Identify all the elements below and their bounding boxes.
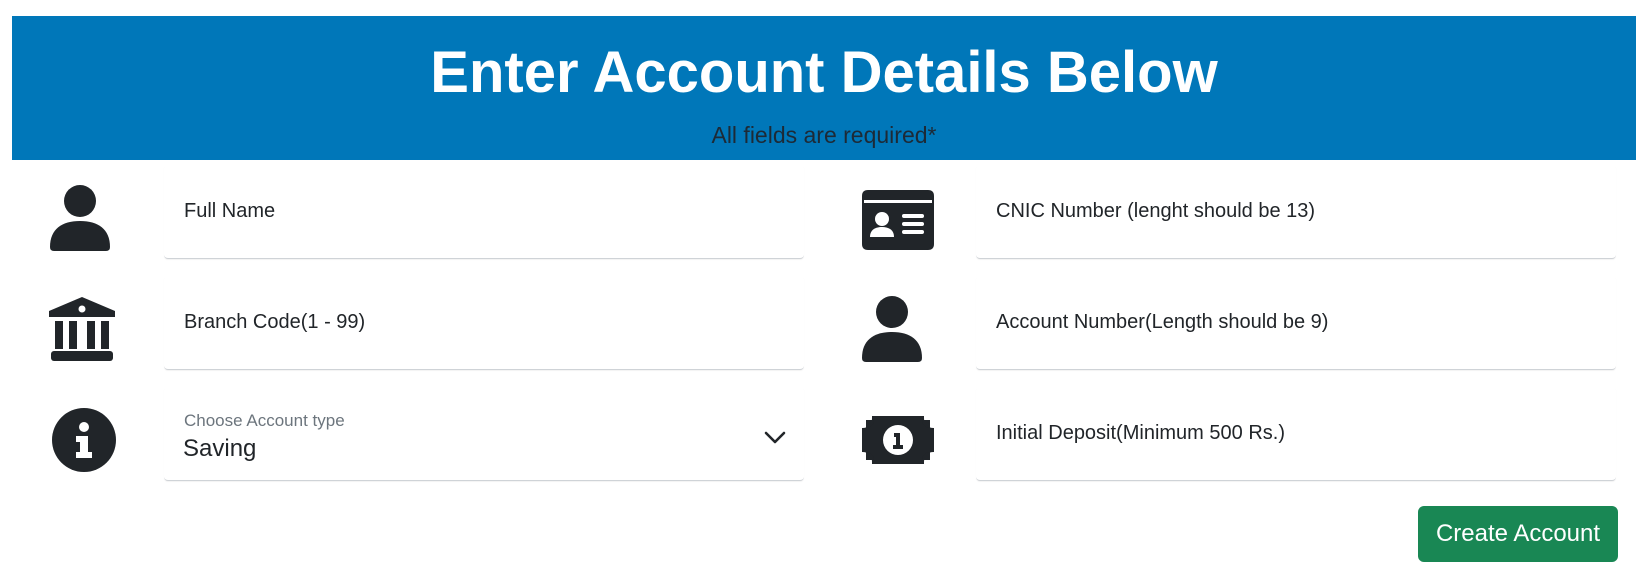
account-number-field[interactable] (976, 276, 1616, 370)
full-name-input[interactable] (164, 165, 804, 258)
user-icon (856, 295, 928, 363)
create-account-button[interactable]: Create Account (1418, 506, 1618, 562)
initial-deposit-input[interactable] (976, 387, 1616, 480)
cnic-number-input[interactable] (976, 165, 1616, 258)
initial-deposit-field[interactable] (976, 387, 1616, 481)
page-header: Enter Account Details Below All fields a… (12, 16, 1636, 160)
info-circle-icon (48, 406, 120, 474)
account-type-label: Choose Account type (184, 411, 345, 430)
money-bill-icon (862, 406, 934, 474)
full-name-field[interactable] (164, 165, 804, 259)
branch-code-input[interactable] (164, 276, 804, 369)
chevron-down-icon (764, 431, 786, 445)
page-subtitle: All fields are required* (711, 122, 937, 148)
account-number-input[interactable] (976, 276, 1616, 369)
user-icon (44, 184, 116, 252)
account-type-value: Saving (183, 435, 257, 462)
id-card-icon (862, 186, 934, 254)
branch-code-field[interactable] (164, 276, 804, 370)
cnic-number-field[interactable] (976, 165, 1616, 259)
page-title: Enter Account Details Below (430, 40, 1218, 105)
bank-building-icon (46, 295, 118, 363)
account-type-select[interactable]: Choose Account type Saving (164, 387, 804, 481)
